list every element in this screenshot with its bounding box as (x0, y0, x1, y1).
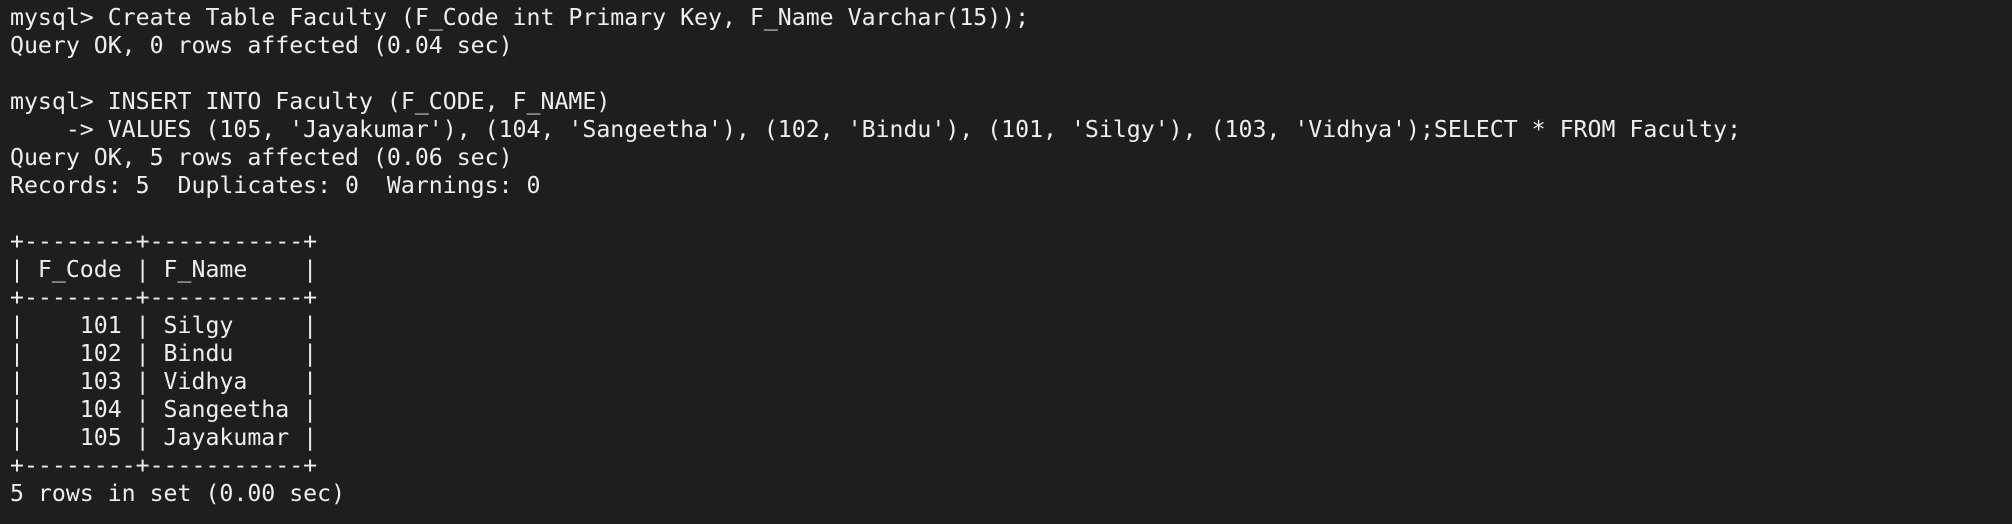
table-row: | 104 | Sangeetha | (10, 396, 318, 423)
insert-records-summary: Records: 5 Duplicates: 0 Warnings: 0 (10, 172, 541, 199)
table-row: | 102 | Bindu | (10, 340, 318, 367)
table-header: | F_Code | F_Name | (10, 256, 318, 283)
create-table-result: Query OK, 0 rows affected (0.04 sec) (10, 32, 513, 59)
table-row: | 105 | Jayakumar | (10, 424, 318, 451)
table-border-bottom: +--------+-----------+ (10, 452, 318, 479)
table-border-top: +--------+-----------+ (10, 228, 318, 255)
terminal-window[interactable]: mysql> Create Table Faculty (F_Code int … (0, 0, 2012, 524)
insert-result: Query OK, 5 rows affected (0.06 sec) (10, 144, 513, 171)
select-result-summary: 5 rows in set (0.00 sec) (10, 480, 346, 507)
table-border-header: +--------+-----------+ (10, 284, 318, 311)
create-table-command: mysql> Create Table Faculty (F_Code int … (10, 4, 1030, 31)
table-row: | 103 | Vidhya | (10, 368, 318, 395)
table-row: | 101 | Silgy | (10, 312, 318, 339)
insert-command: mysql> INSERT INTO Faculty (F_CODE, F_NA… (10, 88, 611, 115)
insert-values-continuation: -> VALUES (105, 'Jayakumar'), (104, 'San… (10, 116, 1742, 143)
